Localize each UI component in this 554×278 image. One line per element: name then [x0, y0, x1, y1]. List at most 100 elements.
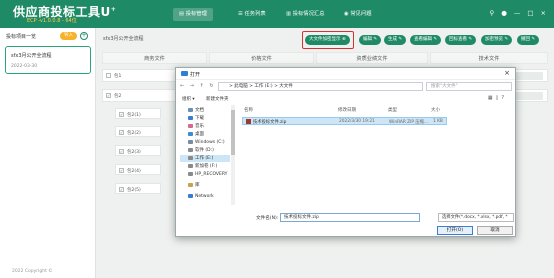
organize-button[interactable]: 组织 ▾ — [182, 96, 195, 102]
row-checkbox-checked[interactable]: ✓ — [119, 168, 124, 173]
header-name[interactable]: 名称 — [244, 107, 253, 113]
return-view-button[interactable]: 回标查看 ✎ — [445, 35, 477, 45]
row-checkbox[interactable] — [106, 73, 111, 78]
tree-item-library[interactable]: 库 — [188, 182, 200, 189]
top-bar: 供应商投标工具U+ ECP -v1.0.0.8 - 64位 ▤ 投标管理 ☰ 任… — [0, 0, 554, 28]
folder-icon — [181, 71, 188, 76]
tree-label: 音乐 — [195, 124, 204, 129]
new-folder-button[interactable]: 新建文件夹 — [206, 96, 229, 102]
withdraw-button[interactable]: 撤回 ✎ — [517, 35, 540, 45]
tree-item-desktop[interactable]: 桌面 — [188, 131, 204, 138]
music-icon — [188, 123, 193, 128]
row-checkbox-checked[interactable]: ✓ — [119, 187, 124, 192]
copyright: 2022 Copyright © — [12, 269, 53, 274]
app-title-sup: + — [110, 6, 117, 13]
header-modified[interactable]: 修改日期 — [338, 107, 356, 113]
open-button[interactable]: 打开(O) — [437, 226, 473, 235]
search-input[interactable]: 搜索"大文件" — [426, 82, 512, 91]
project-date: 2022-03-30 — [11, 64, 38, 69]
dialog-close-button[interactable]: × — [504, 69, 510, 77]
row-label: 包2(3) — [127, 150, 141, 155]
file-row[interactable]: 技术投标文件.zip 2022/3/30 19:21 WinRAR ZIP 压缩… — [242, 117, 447, 125]
file-name: 技术投标文件.zip — [253, 120, 287, 125]
tree-item-drive-e[interactable]: 工作 (E:) — [180, 155, 230, 162]
view-edit-button[interactable]: 查看编辑 ✎ — [410, 35, 442, 45]
list-item[interactable]: ✓ 包2(4) — [115, 164, 161, 175]
path-field[interactable]: > 此电脑 > 工作 (E:) > 大文件 — [218, 82, 423, 91]
file-size: 1 KB — [433, 119, 443, 124]
button-label: 加密预览 — [485, 37, 503, 42]
nav-tab-bid-summary[interactable]: ▥ 投标情况汇总 — [280, 8, 331, 21]
row-label: 包2 — [114, 94, 122, 99]
tree-item-music[interactable]: 音乐 — [188, 123, 204, 130]
app-version: ECP -v1.0.0.8 - 64位 — [27, 18, 77, 24]
file-list: 名称 修改日期 类型 大小 技术投标文件.zip 2022/3/30 19:21… — [238, 105, 514, 205]
tree-item-downloads[interactable]: 下载 — [188, 115, 204, 122]
row-label: 包2(5) — [127, 188, 141, 193]
nav-tab-task-list[interactable]: ☰ 任务列表 — [232, 8, 272, 21]
view-icon[interactable]: ▦ — [488, 95, 496, 101]
scrollbar-thumb[interactable] — [231, 110, 235, 155]
filename-label: 文件名(N): — [256, 216, 279, 221]
user-icon[interactable]: ● — [501, 9, 507, 17]
tree-item-drive-d[interactable]: 软件 (D:) — [188, 147, 214, 154]
cancel-button[interactable]: 取消 — [477, 226, 513, 235]
button-label: 大文件加密显示 — [309, 37, 341, 42]
maximize-icon[interactable]: □ — [527, 9, 533, 17]
drive-icon — [188, 171, 193, 176]
filename-input[interactable]: 技术投标文件.zip — [280, 213, 420, 222]
tree-item-drive-c[interactable]: Windows (C:) — [188, 139, 225, 146]
header-type[interactable]: 类型 — [388, 107, 397, 113]
nav-tab-bid-management[interactable]: ▤ 投标管理 — [173, 8, 213, 21]
row-checkbox-checked[interactable]: ✓ — [119, 130, 124, 135]
project-card[interactable]: sfx3月公开全流程 2022-03-30 — [5, 46, 91, 74]
minimize-icon[interactable]: — — [514, 9, 521, 17]
file-type: WinRAR ZIP 压缩... — [389, 120, 429, 125]
window-controls: ⚲ ● — □ × — [489, 9, 546, 17]
tree-label: Windows (C:) — [195, 140, 225, 145]
sidebar-heading: 投标项目一览 — [6, 34, 37, 40]
list-item[interactable]: ✓ 包2(3) — [115, 145, 161, 156]
download-icon — [188, 115, 193, 120]
header-size[interactable]: 大小 — [431, 107, 440, 113]
list-item[interactable]: ✓ 包2(1) — [115, 108, 161, 119]
nav-scrollbar[interactable] — [231, 105, 235, 205]
filetype-select[interactable]: 选择文件(*.docx, *.xlsx, *.pdf, * — [438, 213, 514, 222]
list-item[interactable]: ✓ 包2(2) — [115, 126, 161, 137]
tree-label: 软件 (D:) — [195, 148, 214, 153]
view-options[interactable]: ▦▯? — [488, 95, 507, 101]
tree-item-recovery[interactable]: HP_RECOVERY — [188, 171, 227, 178]
edit-button[interactable]: 编辑 ✎ — [359, 35, 382, 45]
row-checkbox-checked[interactable]: ✓ — [119, 112, 124, 117]
column-header-business: 商务文件 — [102, 52, 207, 64]
nav-tab-label: 常见问题 — [350, 11, 372, 17]
list-item[interactable]: ✓ 包2(5) — [115, 183, 161, 194]
encrypt-preview-button[interactable]: 加密预览 ✎ — [481, 35, 513, 45]
button-label: 编辑 — [363, 37, 372, 42]
nav-arrows[interactable]: ← → ↑ ↻ — [180, 83, 216, 89]
generate-button[interactable]: 生成 ✎ — [384, 35, 407, 45]
large-file-encrypt-button[interactable]: 大文件加密显示 ⊕ — [305, 35, 350, 45]
tree-item-network[interactable]: Network — [188, 193, 214, 200]
drive-icon — [188, 139, 193, 144]
tree-item-drive-f[interactable]: 新加卷 (F:) — [188, 163, 217, 170]
drive-icon — [188, 147, 193, 152]
drive-icon — [188, 163, 193, 168]
nav-tab-label: 投标情况汇总 — [292, 11, 325, 17]
tree-item-documents[interactable]: 文档 — [188, 107, 204, 114]
pin-icon[interactable]: ⚲ — [489, 9, 494, 17]
file-modified: 2022/3/30 19:21 — [339, 119, 375, 124]
import-button[interactable]: 导入 — [60, 32, 77, 40]
navigation-pane: 文档 下载 音乐 桌面 Windows (C:) 软件 (D:) 工作 (E:)… — [178, 105, 230, 205]
nav-tab-label: 投标管理 — [185, 11, 207, 17]
breadcrumb: sfx3月公开全流程 — [103, 36, 144, 42]
row-checkbox-checked[interactable]: ✓ — [119, 149, 124, 154]
tree-label: 桌面 — [195, 132, 204, 137]
tree-label: 文档 — [195, 108, 204, 113]
nav-tab-faq[interactable]: ◉ 常见问题 — [338, 8, 378, 21]
help-icon[interactable]: ? — [501, 95, 507, 101]
close-icon[interactable]: × — [541, 9, 546, 17]
row-checkbox-checked[interactable]: ✓ — [106, 93, 111, 98]
add-project-button[interactable]: + — [80, 32, 88, 40]
address-bar: ← → ↑ ↻ > 此电脑 > 工作 (E:) > 大文件 搜索"大文件" — [176, 81, 515, 93]
